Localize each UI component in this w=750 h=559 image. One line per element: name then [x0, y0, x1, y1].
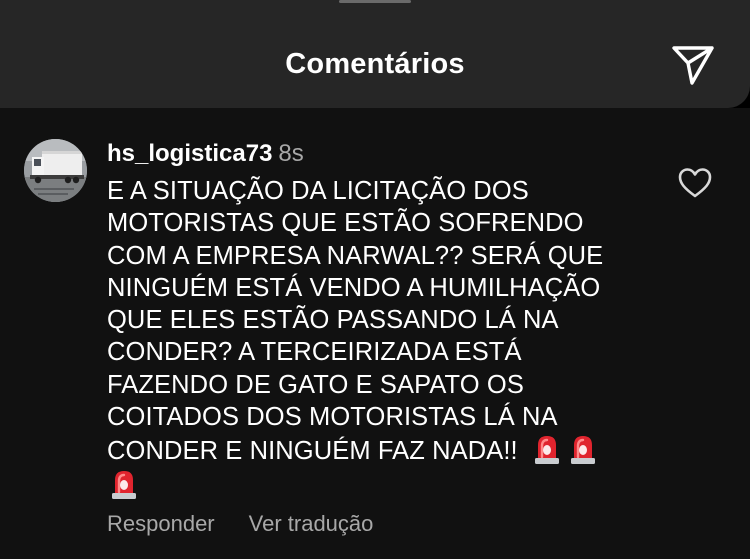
timestamp: 8s [278, 140, 304, 167]
reply-button[interactable]: Responder [107, 511, 215, 537]
comment-line: NINGUÉM ESTÁ VENDO A HUMILHAÇÃO [107, 273, 601, 302]
comment-header: hs_logistica73 8s [107, 140, 304, 168]
comment-line: QUE ELES ESTÃO PASSANDO LÁ NA [107, 306, 559, 335]
comment-line: COM A EMPRESA NARWAL?? SERÁ QUE [107, 241, 604, 270]
username[interactable]: hs_logistica73 [107, 140, 272, 167]
comment-line: MOTORISTAS QUE ESTÃO SOFRENDO [107, 209, 584, 238]
comment-line: FAZENDO DE GATO E SAPATO OS [107, 370, 524, 399]
paper-plane-icon [671, 44, 715, 86]
comment-line: E A SITUAÇÃO DA LICITAÇÃO DOS [107, 177, 529, 205]
comment-line: COITADOS DOS MOTORISTAS LÁ NA [107, 403, 558, 432]
page-title: Comentários [285, 48, 465, 80]
translate-button[interactable]: Ver tradução [249, 511, 374, 537]
comments-header: Comentários [0, 0, 750, 108]
heart-outline-icon [678, 167, 712, 199]
sheet-grabber[interactable] [339, 0, 411, 3]
comment-line: CONDER? A TERCEIRIZADA ESTÁ [107, 338, 522, 367]
avatar[interactable] [24, 139, 87, 202]
comment-item: hs_logistica73 8s E A SITUAÇÃO DA LICITAÇ… [0, 108, 750, 559]
police-car-light-icon [532, 433, 562, 465]
comment-line: CONDER E NINGUÉM FAZ NADA!! [107, 437, 518, 466]
share-button[interactable] [671, 44, 715, 86]
police-car-light-icon [109, 468, 139, 500]
like-button[interactable] [678, 167, 712, 199]
comment-text: E A SITUAÇÃO DA LICITAÇÃO DOS MOTORISTAS… [107, 175, 667, 502]
comment-actions: Responder Ver tradução [107, 511, 373, 537]
police-car-light-icon [568, 433, 598, 465]
